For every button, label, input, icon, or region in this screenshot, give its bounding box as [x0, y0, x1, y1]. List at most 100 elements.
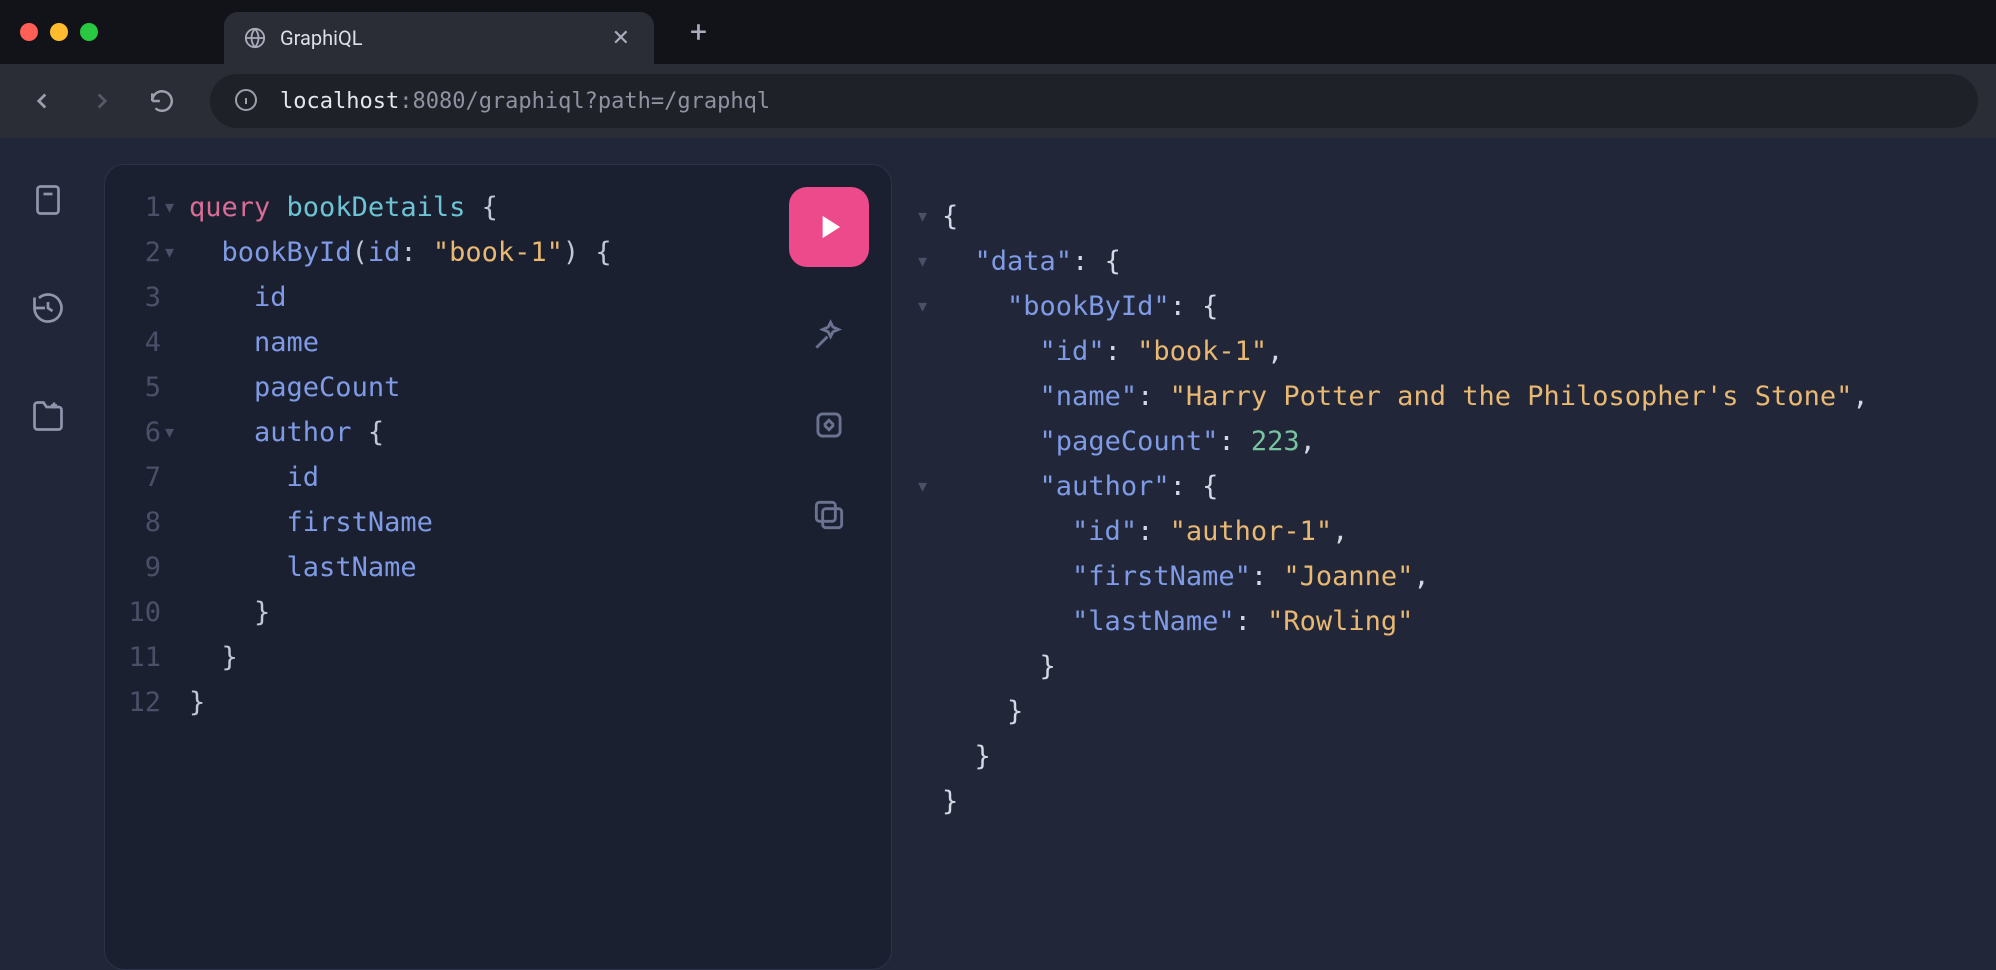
globe-icon	[244, 27, 266, 49]
run-query-button[interactable]	[789, 187, 869, 267]
fold-toggle-icon[interactable]: ▾	[165, 230, 189, 275]
fold-toggle-icon	[918, 689, 942, 734]
fold-toggle-icon	[918, 419, 942, 464]
code-content: "id": "book-1",	[942, 329, 1869, 374]
code-line: "id": "book-1",	[918, 329, 1869, 374]
query-editor[interactable]: 1▾query bookDetails {2▾ bookById(id: "bo…	[104, 164, 892, 970]
code-line: 10 }	[117, 590, 612, 635]
fold-toggle-icon	[165, 680, 189, 725]
address-bar[interactable]: localhost:8080/graphiql?path=/graphql	[210, 74, 1978, 128]
fold-toggle-icon[interactable]: ▾	[918, 464, 942, 509]
code-line: 9 lastName	[117, 545, 612, 590]
code-content: query bookDetails {	[189, 185, 612, 230]
line-number: 2	[117, 230, 165, 275]
minimize-window-button[interactable]	[50, 23, 68, 41]
line-number: 12	[117, 680, 165, 725]
code-content: }	[942, 734, 1869, 779]
fold-toggle-icon	[165, 455, 189, 500]
code-content: pageCount	[189, 365, 612, 410]
code-content: "id": "author-1",	[942, 509, 1869, 554]
code-line: 8 firstName	[117, 500, 612, 545]
fold-toggle-icon	[918, 509, 942, 554]
code-content: "author": {	[942, 464, 1869, 509]
code-line: ▾ "bookById": {	[918, 284, 1869, 329]
fold-toggle-icon	[918, 554, 942, 599]
merge-queries-button[interactable]	[807, 403, 851, 447]
line-number: 4	[117, 320, 165, 365]
code-line: "name": "Harry Potter and the Philosophe…	[918, 374, 1869, 419]
prettify-button[interactable]	[807, 313, 851, 357]
code-line: 5 pageCount	[117, 365, 612, 410]
close-tab-icon[interactable]: ✕	[612, 26, 630, 51]
fold-toggle-icon	[165, 545, 189, 590]
fold-toggle-icon	[165, 320, 189, 365]
code-line: }	[918, 734, 1869, 779]
site-info-icon[interactable]	[234, 88, 260, 114]
code-line: "firstName": "Joanne",	[918, 554, 1869, 599]
code-content: }	[189, 635, 612, 680]
line-number: 11	[117, 635, 165, 680]
maximize-window-button[interactable]	[80, 23, 98, 41]
code-content: "firstName": "Joanne",	[942, 554, 1869, 599]
back-button[interactable]	[16, 75, 68, 127]
code-content: }	[189, 680, 612, 725]
fold-toggle-icon	[918, 734, 942, 779]
browser-tab[interactable]: GraphiQL ✕	[224, 12, 654, 64]
fold-toggle-icon	[918, 329, 942, 374]
line-number: 3	[117, 275, 165, 320]
history-button[interactable]	[26, 286, 70, 330]
result-viewer[interactable]: ▾{▾ "data": {▾ "bookById": { "id": "book…	[892, 164, 1996, 970]
line-number: 1	[117, 185, 165, 230]
url-text: localhost:8080/graphiql?path=/graphql	[280, 89, 770, 114]
docs-explorer-button[interactable]	[26, 178, 70, 222]
line-number: 7	[117, 455, 165, 500]
fold-toggle-icon	[918, 599, 942, 644]
fold-toggle-icon	[165, 635, 189, 680]
forward-button[interactable]	[76, 75, 128, 127]
code-line: 11 }	[117, 635, 612, 680]
fold-toggle-icon	[918, 644, 942, 689]
fold-toggle-icon	[165, 590, 189, 635]
code-content: }	[942, 644, 1869, 689]
code-line: ▾ "author": {	[918, 464, 1869, 509]
fold-toggle-icon[interactable]: ▾	[165, 185, 189, 230]
line-number: 6	[117, 410, 165, 455]
graphiql-sidebar	[0, 138, 96, 970]
fold-toggle-icon	[165, 275, 189, 320]
fold-toggle-icon	[165, 500, 189, 545]
fold-toggle-icon	[918, 779, 942, 824]
code-content: }	[942, 779, 1869, 824]
reload-button[interactable]	[136, 75, 188, 127]
code-line: 7 id	[117, 455, 612, 500]
fold-toggle-icon[interactable]: ▾	[165, 410, 189, 455]
code-content: author {	[189, 410, 612, 455]
code-line: 12}	[117, 680, 612, 725]
code-line: "lastName": "Rowling"	[918, 599, 1869, 644]
fold-toggle-icon[interactable]: ▾	[918, 194, 942, 239]
close-window-button[interactable]	[20, 23, 38, 41]
code-line: "id": "author-1",	[918, 509, 1869, 554]
add-tab-button[interactable]	[26, 394, 70, 438]
fold-toggle-icon[interactable]: ▾	[918, 284, 942, 329]
code-line: ▾ "data": {	[918, 239, 1869, 284]
new-tab-button[interactable]: +	[672, 15, 725, 50]
code-line: 4 name	[117, 320, 612, 365]
fold-toggle-icon[interactable]: ▾	[918, 239, 942, 284]
line-number: 8	[117, 500, 165, 545]
code-line: 1▾query bookDetails {	[117, 185, 612, 230]
code-content: "name": "Harry Potter and the Philosophe…	[942, 374, 1869, 419]
code-line: }	[918, 779, 1869, 824]
code-line: }	[918, 689, 1869, 734]
copy-query-button[interactable]	[807, 493, 851, 537]
traffic-lights	[20, 23, 98, 41]
code-content: id	[189, 455, 612, 500]
code-content: id	[189, 275, 612, 320]
code-content: bookById(id: "book-1") {	[189, 230, 612, 275]
code-line: 2▾ bookById(id: "book-1") {	[117, 230, 612, 275]
code-content: "data": {	[942, 239, 1869, 284]
code-content: "pageCount": 223,	[942, 419, 1869, 464]
code-line: 6▾ author {	[117, 410, 612, 455]
code-content: }	[942, 689, 1869, 734]
code-content: }	[189, 590, 612, 635]
code-line: }	[918, 644, 1869, 689]
